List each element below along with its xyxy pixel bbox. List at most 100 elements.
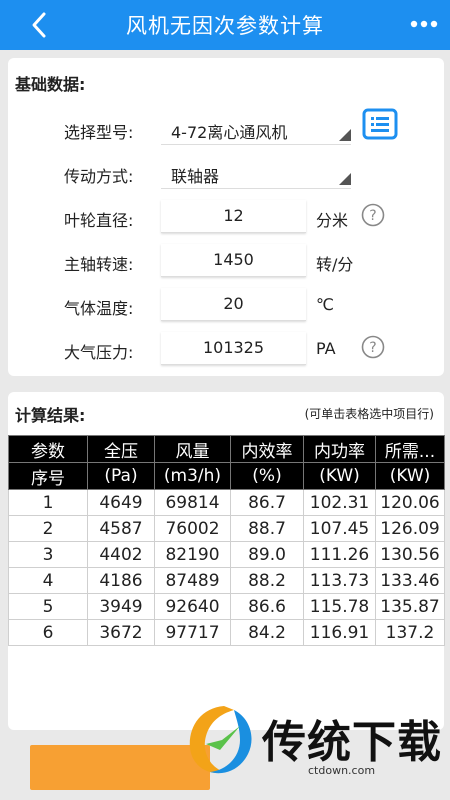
drive-row: 传动方式: 联轴器 bbox=[8, 154, 444, 194]
help-icon: ? bbox=[361, 335, 385, 359]
temperature-unit: ℃ bbox=[316, 295, 334, 314]
drive-select[interactable]: 联轴器 bbox=[161, 156, 351, 189]
table-cell: 92640 bbox=[154, 593, 231, 620]
model-select[interactable]: 4-72离心通风机 bbox=[161, 112, 351, 145]
table-cell: 107.45 bbox=[303, 515, 376, 542]
table-row[interactable]: 4 4186 87489 88.2 113.73 133.46 bbox=[8, 567, 445, 594]
temperature-input[interactable]: 20 bbox=[161, 288, 306, 321]
model-label: 选择型号: bbox=[64, 123, 134, 142]
table-cell: 3672 bbox=[87, 619, 155, 646]
diameter-label: 叶轮直径: bbox=[64, 211, 134, 230]
header-cell: (m3/h) bbox=[154, 462, 231, 490]
drive-label: 传动方式: bbox=[64, 167, 134, 186]
temperature-label: 气体温度: bbox=[64, 299, 134, 318]
more-button[interactable] bbox=[406, 10, 442, 38]
speed-label: 主轴转速: bbox=[64, 255, 134, 274]
title-bar: 风机无因次参数计算 bbox=[0, 0, 450, 50]
diameter-help-button[interactable]: ? bbox=[361, 203, 385, 227]
table-cell: 3 bbox=[8, 541, 88, 568]
speed-input[interactable]: 1450 bbox=[161, 244, 306, 277]
table-cell: 135.87 bbox=[375, 593, 445, 620]
table-cell: 102.31 bbox=[303, 489, 376, 516]
table-cell: 4 bbox=[8, 567, 88, 594]
table-cell: 120.06 bbox=[375, 489, 445, 516]
table-cell: 115.78 bbox=[303, 593, 376, 620]
basic-data-title: 基础数据: bbox=[15, 75, 86, 94]
header-cell: 参数 bbox=[8, 435, 88, 463]
pressure-row: 大气压力: 101325 PA ? bbox=[8, 330, 444, 370]
table-cell: 1 bbox=[8, 489, 88, 516]
table-cell: 76002 bbox=[154, 515, 231, 542]
header-cell: 内效率 bbox=[230, 435, 304, 463]
table-cell: 130.56 bbox=[375, 541, 445, 568]
table-row[interactable]: 2 4587 76002 88.7 107.45 126.09 bbox=[8, 515, 445, 542]
watermark-logo-icon bbox=[189, 706, 252, 774]
model-value: 4-72离心通风机 bbox=[171, 123, 288, 142]
dropdown-arrow-icon bbox=[339, 129, 351, 141]
pressure-label: 大气压力: bbox=[64, 343, 134, 362]
diameter-input[interactable]: 12 bbox=[161, 200, 306, 233]
temperature-row: 气体温度: 20 ℃ bbox=[8, 286, 444, 326]
table-cell: 89.0 bbox=[230, 541, 304, 568]
table-cell: 4186 bbox=[87, 567, 155, 594]
speed-unit: 转/分 bbox=[316, 255, 354, 274]
table-cell: 84.2 bbox=[230, 619, 304, 646]
pressure-input[interactable]: 101325 bbox=[161, 332, 306, 365]
pressure-unit: PA bbox=[316, 339, 336, 358]
svg-text:?: ? bbox=[369, 340, 376, 356]
table-cell: 87489 bbox=[154, 567, 231, 594]
table-cell: 88.2 bbox=[230, 567, 304, 594]
table-row[interactable]: 5 3949 92640 86.6 115.78 135.87 bbox=[8, 593, 445, 620]
results-hint: (可单击表格选中项目行) bbox=[304, 407, 434, 421]
list-face-icon bbox=[362, 108, 398, 140]
header-cell: 风量 bbox=[154, 435, 231, 463]
table-cell: 126.09 bbox=[375, 515, 445, 542]
results-title: 计算结果: bbox=[15, 406, 86, 425]
table-cell: 5 bbox=[8, 593, 88, 620]
help-icon: ? bbox=[361, 203, 385, 227]
table-cell: 111.26 bbox=[303, 541, 376, 568]
table-cell: 113.73 bbox=[303, 567, 376, 594]
table-cell: 116.91 bbox=[303, 619, 376, 646]
dropdown-arrow-icon bbox=[339, 173, 351, 185]
table-cell: 4402 bbox=[87, 541, 155, 568]
pressure-help-button[interactable]: ? bbox=[361, 335, 385, 359]
table-cell: 82190 bbox=[154, 541, 231, 568]
header-cell: 序号 bbox=[8, 462, 88, 490]
table-cell: 86.6 bbox=[230, 593, 304, 620]
header-cell: (Pa) bbox=[87, 462, 155, 490]
table-cell: 137.2 bbox=[375, 619, 445, 646]
table-cell: 2 bbox=[8, 515, 88, 542]
table-cell: 88.7 bbox=[230, 515, 304, 542]
table-cell: 133.46 bbox=[375, 567, 445, 594]
header-cell: 所需... bbox=[375, 435, 445, 463]
header-cell: 全压 bbox=[87, 435, 155, 463]
table-cell: 86.7 bbox=[230, 489, 304, 516]
watermark-url: ctdown.com bbox=[308, 764, 376, 777]
diameter-unit: 分米 bbox=[316, 211, 349, 230]
table-row[interactable]: 1 4649 69814 86.7 102.31 120.06 bbox=[8, 489, 445, 516]
header-cell: (KW) bbox=[375, 462, 445, 490]
table-cell: 97717 bbox=[154, 619, 231, 646]
speed-row: 主轴转速: 1450 转/分 bbox=[8, 242, 444, 282]
table-cell: 4587 bbox=[87, 515, 155, 542]
table-cell: 69814 bbox=[154, 489, 231, 516]
svg-text:?: ? bbox=[369, 208, 376, 224]
page-title: 风机无因次参数计算 bbox=[126, 14, 324, 38]
results-table: 参数 全压 风量 内效率 内功率 所需... 序号 (Pa) (m3/h) (%) (KW) (KW)… bbox=[8, 435, 445, 646]
table-row[interactable]: 3 4402 82190 89.0 111.26 130.56 bbox=[8, 541, 445, 568]
table-header-row: 序号 (Pa) (m3/h) (%) (KW) (KW) bbox=[8, 462, 445, 490]
table-cell: 3949 bbox=[87, 593, 155, 620]
more-dots-icon bbox=[410, 20, 438, 28]
header-cell: (KW) bbox=[303, 462, 376, 490]
watermark-text: 传统下载 bbox=[262, 717, 442, 768]
results-card: 计算结果: (可单击表格选中项目行) 参数 全压 风量 内效率 内功率 所需... 序号 (P… bbox=[8, 392, 445, 730]
model-list-button[interactable] bbox=[362, 108, 398, 140]
table-row[interactable]: 6 3672 97717 84.2 116.91 137.2 bbox=[8, 619, 445, 646]
table-header-row: 参数 全压 风量 内效率 内功率 所需... bbox=[8, 435, 445, 463]
table-cell: 6 bbox=[8, 619, 88, 646]
header-cell: (%) bbox=[230, 462, 304, 490]
table-cell: 4649 bbox=[87, 489, 155, 516]
basic-data-card: 基础数据: 选择型号: 4-72离心通风机 传动方式: 联轴器 叶轮直径: 12… bbox=[8, 58, 444, 376]
header-cell: 内功率 bbox=[303, 435, 376, 463]
